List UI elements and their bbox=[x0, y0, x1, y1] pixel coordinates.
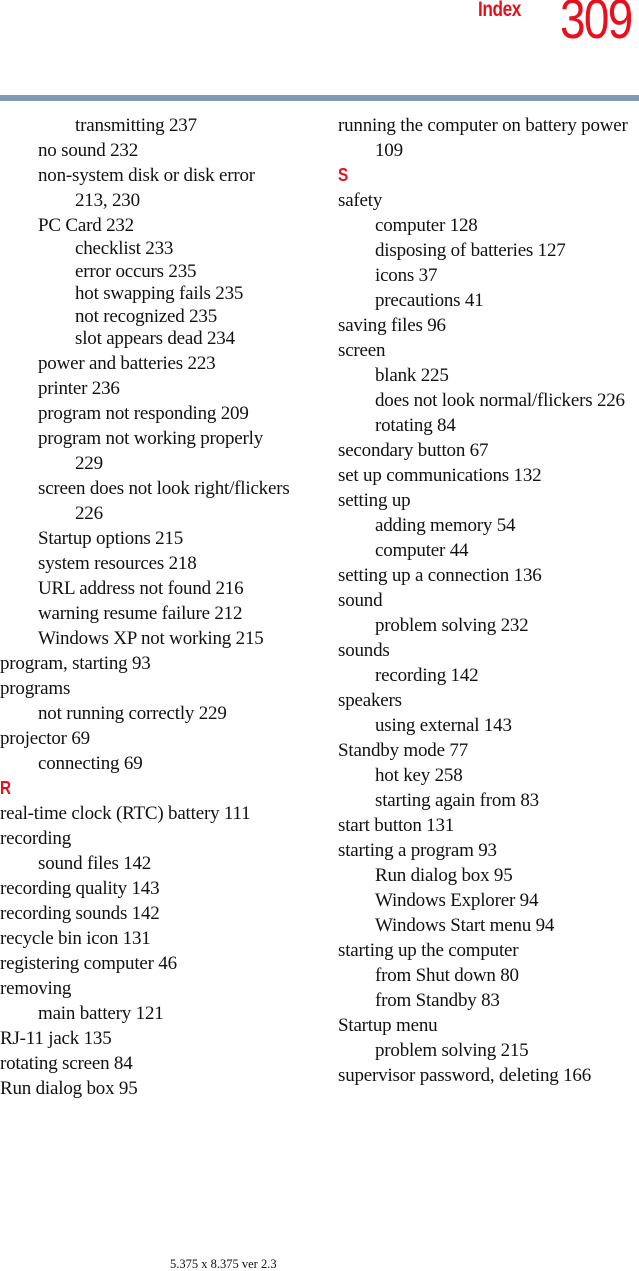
index-subentry: system resources 218 bbox=[38, 552, 197, 574]
index-subentry: computer 128 bbox=[375, 215, 478, 236]
index-subentry: not recognized 235 bbox=[75, 305, 218, 327]
index-subentry: problem solving 215 bbox=[375, 1040, 529, 1061]
index-subentry: using external 143 bbox=[375, 715, 512, 736]
index-entry: Startup menu bbox=[338, 1015, 438, 1036]
index-entry: Standby mode 77 bbox=[338, 740, 468, 761]
index-subentry: recording 142 bbox=[375, 665, 479, 686]
index-entry: rotating screen 84 bbox=[0, 1052, 133, 1074]
index-entry: screen bbox=[338, 340, 386, 361]
index-entry: starting a program 93 bbox=[338, 840, 497, 861]
index-subentry: icons 37 bbox=[375, 265, 438, 286]
index-letter-heading: R bbox=[0, 777, 12, 798]
index-entry: sound bbox=[338, 590, 383, 611]
index-subentry: computer 44 bbox=[375, 540, 469, 561]
index-entry: RJ-11 jack 135 bbox=[0, 1027, 112, 1049]
index-subentry: 229 bbox=[75, 452, 103, 474]
index-entry: secondary button 67 bbox=[338, 440, 489, 461]
index-subentry: does not look normal/flickers 226 bbox=[375, 390, 625, 411]
index-subentry: problem solving 232 bbox=[375, 615, 529, 636]
index-entry: program, starting 93 bbox=[0, 652, 151, 674]
index-entry: supervisor password, deleting 166 bbox=[338, 1065, 592, 1086]
index-entry: programs bbox=[0, 677, 71, 699]
index-subentry: disposing of batteries 127 bbox=[375, 240, 566, 261]
index-subentry: hot swapping fails 235 bbox=[75, 283, 244, 304]
index-column-right: running the computer on battery power 109… bbox=[338, 113, 639, 1088]
index-subentry: Windows Start menu 94 bbox=[375, 915, 555, 936]
index-entry: Run dialog box 95 bbox=[0, 1077, 138, 1099]
index-subentry: printer 236 bbox=[38, 377, 120, 399]
index-subentry: PC Card 232 bbox=[38, 215, 134, 236]
index-subentry: program not responding 209 bbox=[38, 402, 249, 424]
index-subentry: slot appears dead 234 bbox=[75, 328, 235, 349]
index-subentry: power and batteries 223 bbox=[38, 352, 216, 374]
index-entry: setting up bbox=[338, 490, 411, 511]
index-entry: sounds bbox=[338, 640, 390, 661]
index-entry: safety bbox=[338, 190, 383, 211]
index-subentry: Run dialog box 95 bbox=[375, 865, 513, 886]
index-subentry: rotating 84 bbox=[375, 415, 456, 436]
header-rule bbox=[0, 95, 639, 101]
index-subentry: Windows Explorer 94 bbox=[375, 890, 539, 911]
index-entry: removing bbox=[0, 977, 72, 999]
index-subentry: transmitting 237 bbox=[75, 115, 197, 136]
index-entry: start button 131 bbox=[338, 815, 455, 836]
index-subentry: from Standby 83 bbox=[375, 990, 500, 1011]
index-entry: projector 69 bbox=[0, 727, 90, 749]
page-number: 309 bbox=[560, 0, 633, 50]
index-entry: speakers bbox=[338, 690, 402, 711]
footer-version: 5.375 x 8.375 ver 2.3 bbox=[170, 1257, 277, 1271]
index-subentry: from Shut down 80 bbox=[375, 965, 519, 986]
index-subentry: URL address not found 216 bbox=[38, 577, 244, 599]
index-column-left: transmitting 237 no sound 232 non-system d… bbox=[0, 113, 320, 1101]
section-label: Index bbox=[478, 0, 521, 21]
index-subentry: main battery 121 bbox=[38, 1002, 164, 1024]
index-entry: set up communications 132 bbox=[338, 465, 542, 486]
index-entry: recycle bin icon 131 bbox=[0, 927, 151, 949]
index-subentry: adding memory 54 bbox=[375, 515, 516, 536]
index-entry: registering computer 46 bbox=[0, 952, 177, 974]
index-subentry: hot key 258 bbox=[375, 765, 463, 786]
index-subentry: 109 bbox=[375, 140, 403, 161]
index-subentry: program not working properly bbox=[38, 427, 263, 449]
index-subentry: Startup options 215 bbox=[38, 527, 184, 549]
index-subentry: warning resume failure 212 bbox=[38, 602, 243, 624]
index-subentry: checklist 233 bbox=[75, 238, 174, 259]
index-entry: recording sounds 142 bbox=[0, 902, 160, 924]
index-subentry: error occurs 235 bbox=[75, 260, 197, 282]
index-subentry: 226 bbox=[75, 502, 103, 524]
index-letter-heading: S bbox=[338, 165, 349, 185]
index-entry: real-time clock (RTC) battery 111 bbox=[0, 802, 251, 824]
index-entry: running the computer on battery power bbox=[338, 115, 628, 136]
index-subentry: sound files 142 bbox=[38, 852, 152, 874]
index-entry: saving files 96 bbox=[338, 315, 446, 336]
index-subentry: precautions 41 bbox=[375, 290, 484, 311]
index-entry: recording bbox=[0, 827, 71, 849]
index-subentry: starting again from 83 bbox=[375, 790, 539, 811]
index-subentry: not running correctly 229 bbox=[38, 702, 227, 724]
index-subentry: blank 225 bbox=[375, 365, 449, 386]
index-entry: starting up the computer bbox=[338, 940, 519, 961]
index-subentry: 213, 230 bbox=[75, 190, 140, 211]
index-subentry: connecting 69 bbox=[38, 752, 143, 774]
index-subentry: screen does not look right/flickers bbox=[38, 477, 290, 499]
index-subentry: no sound 232 bbox=[38, 140, 138, 161]
index-subentry: Windows XP not working 215 bbox=[38, 627, 264, 649]
index-subentry: non-system disk or disk error bbox=[38, 165, 255, 186]
index-entry: recording quality 143 bbox=[0, 877, 160, 899]
index-entry: setting up a connection 136 bbox=[338, 565, 542, 586]
